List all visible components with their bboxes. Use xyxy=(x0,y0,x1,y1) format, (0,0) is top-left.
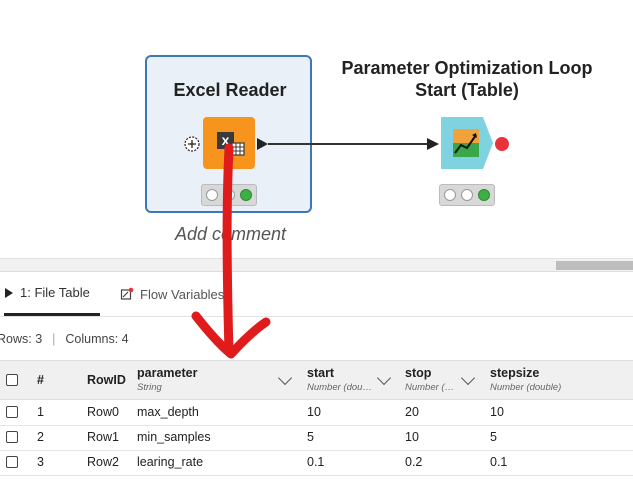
cell-parameter: min_samples xyxy=(137,430,211,444)
cell-parameter: max_depth xyxy=(137,405,199,419)
table-row[interactable]: 3 Row2 learing_rate 0.1 0.2 0.1 xyxy=(0,450,633,476)
cell-start: 10 xyxy=(307,405,321,419)
connection-edge[interactable] xyxy=(255,137,441,151)
svg-text:x: x xyxy=(222,132,230,148)
canvas-horizontal-scrollbar[interactable] xyxy=(0,258,633,271)
parameter-sort-chevron-icon[interactable] xyxy=(277,370,293,386)
row-index: 3 xyxy=(37,455,44,469)
row-index: 1 xyxy=(37,405,44,419)
add-comment-label[interactable]: Add comment xyxy=(175,224,286,245)
tab-flow-variables[interactable]: Flow Variables xyxy=(120,272,230,316)
rows-count: Rows: 3 xyxy=(0,332,43,346)
play-icon xyxy=(5,287,13,298)
cell-stop: 20 xyxy=(405,405,419,419)
header-stop[interactable]: stop Number (… xyxy=(405,366,454,393)
output-panel: 1: File Table Flow Variables Rows: 3 | Col… xyxy=(0,271,633,492)
workflow-canvas[interactable]: Excel Reader x Add comment Parameter Opt… xyxy=(0,0,633,271)
row-id: Row2 xyxy=(87,455,119,469)
header-index: # xyxy=(37,373,44,387)
output-tabs: 1: File Table Flow Variables xyxy=(0,272,633,317)
cell-stop: 10 xyxy=(405,430,419,444)
header-rowid: RowID xyxy=(87,373,126,387)
cell-stepsize: 10 xyxy=(490,405,504,419)
cell-parameter: learing_rate xyxy=(137,455,204,469)
output-port-red-icon[interactable] xyxy=(495,137,509,151)
columns-count: Columns: 4 xyxy=(65,332,129,346)
scrollbar-thumb[interactable] xyxy=(556,261,633,270)
header-start[interactable]: start Number (dou… xyxy=(307,366,372,393)
row-id: Row0 xyxy=(87,405,119,419)
cell-stop: 0.2 xyxy=(405,455,423,469)
table-row[interactable]: 1 Row0 max_depth 10 20 10 xyxy=(0,400,633,426)
parameter-optimization-icon[interactable] xyxy=(441,117,493,169)
select-all-checkbox[interactable] xyxy=(6,374,18,386)
header-parameter[interactable]: parameter String xyxy=(137,366,197,393)
excel-reader-node-title[interactable]: Excel Reader xyxy=(150,79,310,102)
table-header: # RowID parameter String start Number (d… xyxy=(0,360,633,400)
row-id: Row1 xyxy=(87,430,119,444)
param-opt-node-title-line2[interactable]: Start (Table) xyxy=(336,79,598,102)
stop-sort-chevron-icon[interactable] xyxy=(460,370,476,386)
param-opt-status-indicator xyxy=(439,184,495,206)
add-port-icon[interactable] xyxy=(184,136,200,152)
table-counts: Rows: 3 | Columns: 4 xyxy=(0,332,129,346)
table-row[interactable]: 2 Row1 min_samples 5 10 5 xyxy=(0,425,633,451)
cell-stepsize: 5 xyxy=(490,430,497,444)
row-checkbox[interactable] xyxy=(6,456,18,468)
header-stepsize[interactable]: stepsize Number (double) xyxy=(490,366,561,393)
tab-file-table[interactable]: 1: File Table xyxy=(4,272,100,316)
flow-variables-icon xyxy=(120,287,134,300)
row-checkbox[interactable] xyxy=(6,406,18,418)
row-checkbox[interactable] xyxy=(6,431,18,443)
excel-reader-icon[interactable]: x xyxy=(203,117,255,169)
tab-file-table-label: 1: File Table xyxy=(20,285,90,300)
cell-stepsize: 0.1 xyxy=(490,455,508,469)
cell-start: 0.1 xyxy=(307,455,325,469)
param-opt-node-title-line1[interactable]: Parameter Optimization Loop xyxy=(336,57,598,80)
tab-flow-variables-label: Flow Variables xyxy=(140,286,225,302)
cell-start: 5 xyxy=(307,430,314,444)
excel-reader-status-indicator xyxy=(201,184,257,206)
start-sort-chevron-icon[interactable] xyxy=(376,370,392,386)
row-index: 2 xyxy=(37,430,44,444)
